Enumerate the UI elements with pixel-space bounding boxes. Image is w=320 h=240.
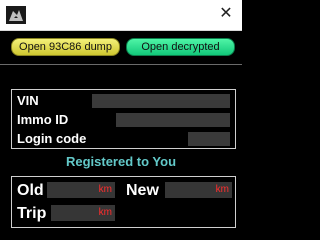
old-label: Old	[17, 182, 44, 199]
immo-id-label: Immo ID	[17, 112, 69, 127]
trip-label: Trip	[17, 205, 47, 222]
login-code-label: Login code	[17, 131, 87, 146]
trip-unit-label: km	[98, 207, 112, 218]
new-mileage-field[interactable]: km	[165, 182, 232, 198]
close-button[interactable]: ✕	[218, 6, 234, 22]
login-code-field[interactable]	[188, 132, 230, 146]
vin-field[interactable]	[92, 94, 230, 108]
vehicle-info-panel: VIN Immo ID Login code	[11, 89, 236, 149]
new-label: New	[126, 182, 159, 199]
open-decrypted-button[interactable]: Open decrypted	[126, 38, 235, 56]
old-unit-label: km	[98, 184, 112, 195]
trip-mileage-field[interactable]: km	[51, 205, 115, 221]
immo-id-field[interactable]	[116, 113, 230, 127]
app-logo-icon	[6, 6, 26, 24]
registration-status: Registered to You	[65, 154, 177, 169]
old-mileage-field[interactable]: km	[47, 182, 115, 198]
vin-label: VIN	[17, 93, 39, 108]
separator-line	[0, 64, 242, 65]
odometer-panel: Old km New km Trip km	[11, 176, 236, 228]
new-unit-label: km	[215, 184, 229, 195]
title-bar: ✕	[0, 0, 242, 31]
open-93c86-dump-button[interactable]: Open 93C86 dump	[11, 38, 120, 56]
